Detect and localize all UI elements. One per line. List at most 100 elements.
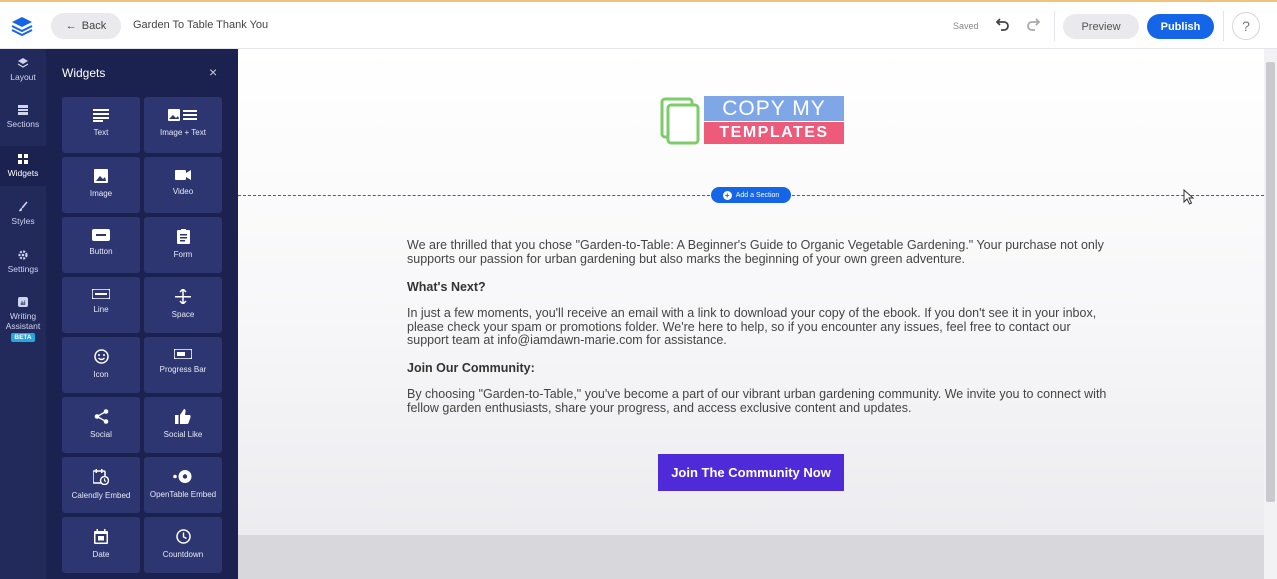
share-icon	[94, 409, 108, 424]
help-button[interactable]: ?	[1232, 12, 1260, 40]
widget-social-like[interactable]: Social Like	[144, 397, 222, 453]
brand-text-bottom: TEMPLATES	[704, 122, 844, 144]
widget-label: Text	[93, 128, 109, 137]
arrow-left-icon: ←	[65, 20, 77, 32]
rail-item-writing-assistant[interactable]: ai Writing Assistant BETA	[0, 296, 46, 342]
widget-label: Progress Bar	[159, 365, 207, 374]
brand-text-top: COPY MY	[704, 96, 844, 121]
widget-progress-bar[interactable]: Progress Bar	[144, 337, 222, 393]
clock-icon	[175, 529, 191, 544]
whats-next-heading[interactable]: What's Next?	[407, 280, 486, 294]
widget-button[interactable]: Button	[62, 217, 140, 273]
progress-bar-icon	[174, 349, 192, 359]
widget-form[interactable]: Form	[144, 217, 222, 273]
copy-squares-icon	[660, 97, 700, 145]
widgets-icon	[18, 154, 28, 164]
layers-icon	[17, 58, 29, 68]
intro-paragraph[interactable]: We are thrilled that you chose "Garden-t…	[407, 238, 1107, 266]
gear-icon	[18, 250, 28, 260]
join-community-button[interactable]: Join The Community Now	[658, 454, 844, 491]
smiley-icon	[93, 349, 109, 364]
divider	[1223, 11, 1224, 41]
widget-label: Form	[173, 250, 193, 259]
community-paragraph[interactable]: By choosing "Garden-to-Table," you've be…	[407, 387, 1107, 415]
widget-label: Button	[89, 247, 113, 256]
form-icon	[176, 229, 190, 244]
left-rail: Layout Sections Widgets Styles Settings …	[0, 49, 46, 579]
widgets-panel: Widgets × Text Image + Text Image Video …	[46, 49, 238, 579]
widget-opentable-embed[interactable]: OpenTable Embed	[144, 457, 222, 513]
widget-label: Image	[89, 189, 113, 198]
widget-text[interactable]: Text	[62, 97, 140, 153]
rail-label: Styles	[11, 216, 35, 226]
widget-label: Image + Text	[160, 128, 206, 137]
widget-icon[interactable]: Icon	[62, 337, 140, 393]
rail-label: Settings	[7, 264, 39, 274]
widget-line[interactable]: Line	[62, 277, 140, 333]
back-button[interactable]: ← Back	[51, 13, 121, 39]
image-icon	[94, 169, 108, 183]
text-icon	[93, 109, 109, 122]
rail-label: Widgets	[7, 168, 39, 178]
back-label: Back	[81, 20, 107, 32]
divider	[1054, 11, 1055, 41]
ai-icon: ai	[18, 297, 28, 307]
date-icon	[94, 529, 108, 544]
brush-icon	[19, 201, 28, 212]
brand-logo[interactable]: COPY MY TEMPLATES	[660, 96, 844, 148]
top-bar: ← Back Garden To Table Thank You Saved P…	[0, 0, 1277, 49]
redo-icon[interactable]	[1025, 16, 1043, 34]
widget-social[interactable]: Social	[62, 397, 140, 453]
rail-item-layout[interactable]: Layout	[0, 57, 46, 82]
rail-item-styles[interactable]: Styles	[0, 201, 46, 226]
video-icon	[175, 170, 191, 180]
plus-icon: +	[722, 190, 732, 200]
canvas-footer-area	[238, 535, 1264, 579]
widget-label: OpenTable Embed	[149, 490, 217, 499]
widget-label: Date	[92, 550, 110, 559]
widget-image-text[interactable]: Image + Text	[144, 97, 222, 153]
widget-countdown[interactable]: Countdown	[144, 517, 222, 573]
publish-button[interactable]: Publish	[1147, 14, 1214, 39]
widget-label: Line	[93, 305, 109, 314]
undo-icon[interactable]	[993, 16, 1011, 34]
save-status: Saved	[953, 21, 979, 31]
rail-label: Writing Assistant	[5, 311, 41, 331]
rail-item-sections[interactable]: Sections	[0, 104, 46, 129]
thumbs-up-icon	[175, 409, 191, 424]
calendar-clock-icon	[93, 469, 109, 485]
rail-label: Sections	[6, 119, 40, 129]
opentable-icon	[173, 470, 192, 483]
widget-label: Social Like	[163, 430, 203, 439]
widget-calendly-embed[interactable]: Calendly Embed	[62, 457, 140, 513]
widget-label: Video	[172, 187, 194, 196]
rail-label: Layout	[10, 72, 36, 82]
svg-text:ai: ai	[20, 301, 25, 307]
panel-title: Widgets	[62, 66, 106, 80]
preview-button[interactable]: Preview	[1063, 14, 1139, 39]
rail-item-settings[interactable]: Settings	[0, 249, 46, 274]
widget-label: Social	[90, 430, 112, 439]
line-icon	[92, 289, 110, 299]
widget-label: Countdown	[162, 550, 204, 559]
add-section-label: Add a Section	[735, 191, 780, 199]
layers-logo-icon[interactable]	[10, 14, 34, 38]
widget-date[interactable]: Date	[62, 517, 140, 573]
space-icon	[175, 289, 191, 304]
button-icon	[92, 229, 110, 241]
widget-space[interactable]: Space	[144, 277, 222, 333]
add-section-button[interactable]: + Add a Section	[711, 187, 791, 203]
widget-label: Icon	[93, 370, 109, 379]
next-paragraph[interactable]: In just a few moments, you'll receive an…	[407, 306, 1107, 348]
widget-label: Space	[171, 310, 195, 319]
scrollbar-thumb[interactable]	[1266, 62, 1275, 502]
community-heading[interactable]: Join Our Community:	[407, 361, 535, 375]
rail-item-widgets[interactable]: Widgets	[0, 146, 46, 186]
widget-video[interactable]: Video	[144, 157, 222, 213]
sections-icon	[18, 105, 28, 115]
close-icon[interactable]: ×	[209, 64, 217, 80]
beta-badge: BETA	[11, 333, 35, 342]
widget-image[interactable]: Image	[62, 157, 140, 213]
image-text-icon	[168, 109, 197, 121]
mouse-cursor-icon	[1183, 189, 1195, 205]
